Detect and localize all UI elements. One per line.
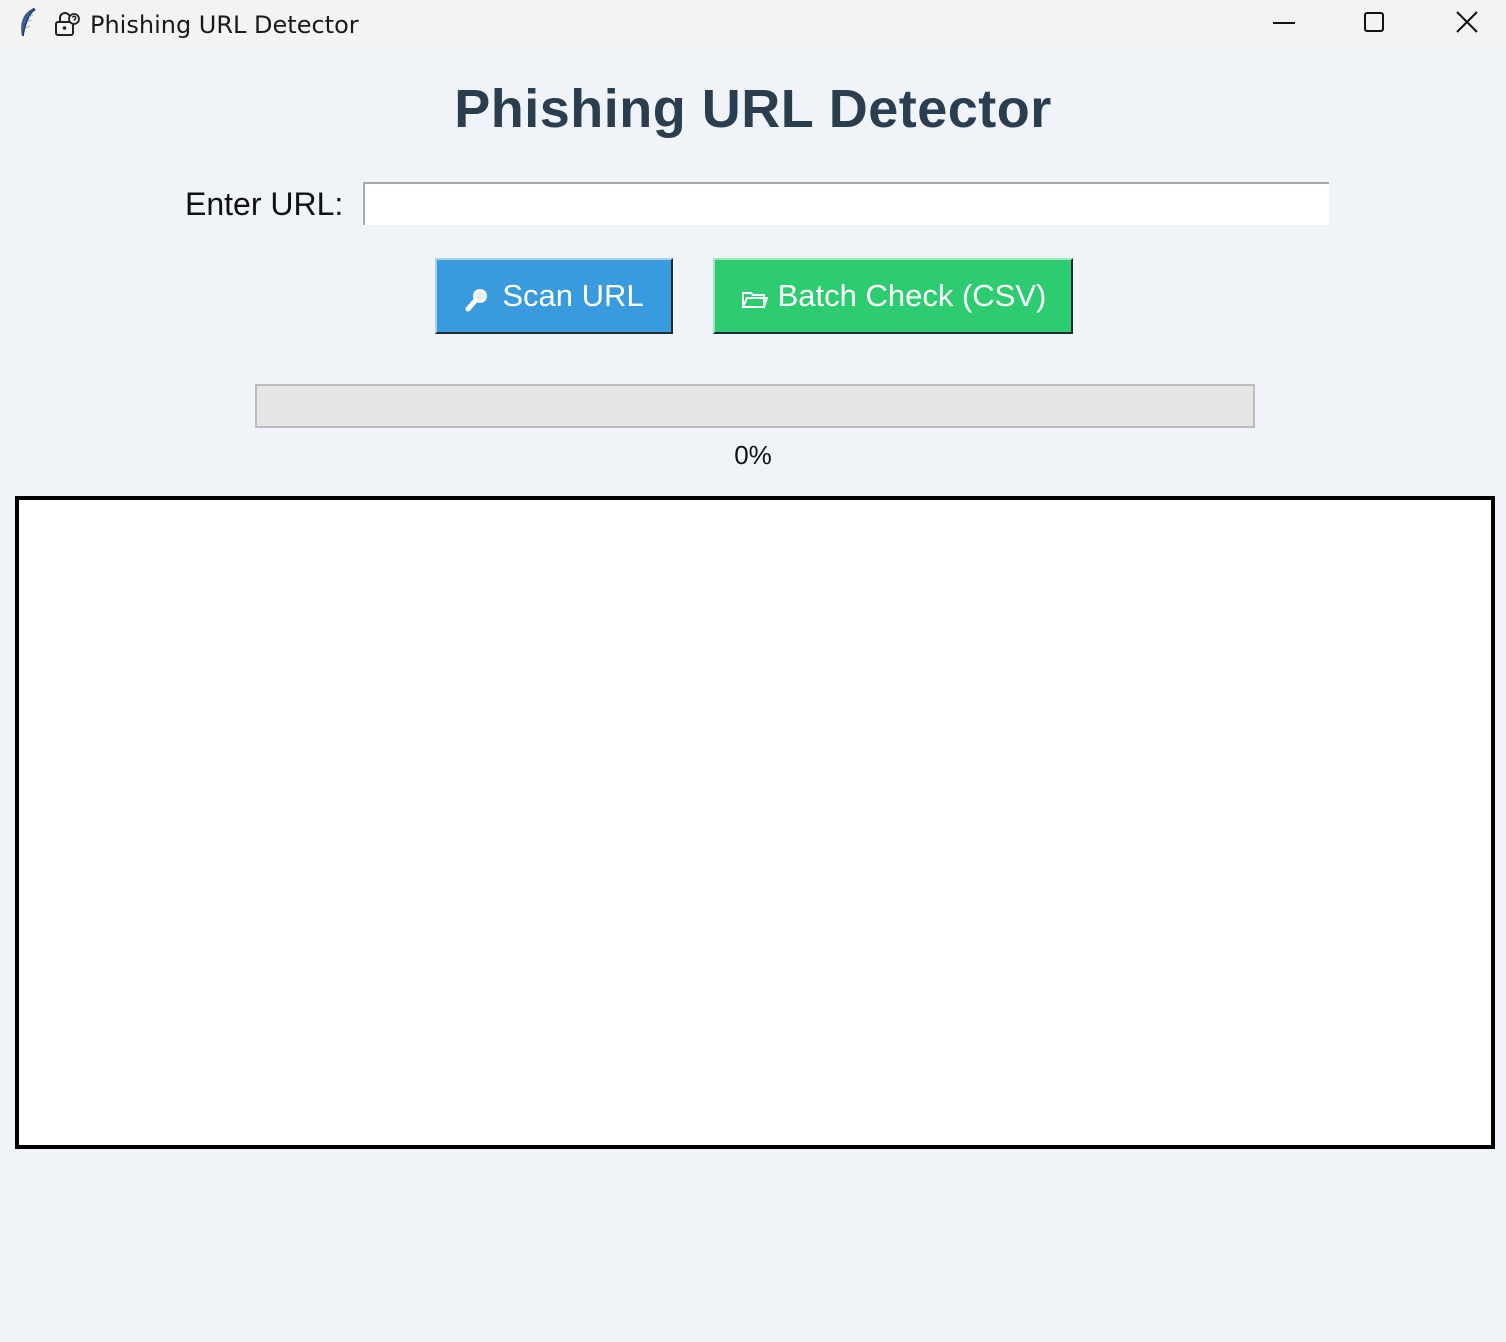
url-input[interactable] bbox=[363, 182, 1329, 225]
scan-url-label: Scan URL bbox=[502, 278, 644, 313]
minimize-icon bbox=[1273, 22, 1295, 24]
close-button[interactable] bbox=[1421, 0, 1506, 46]
maximize-button[interactable] bbox=[1329, 0, 1421, 46]
close-icon bbox=[1456, 11, 1478, 33]
lock-icon bbox=[55, 12, 80, 36]
window-title: Phishing URL Detector bbox=[90, 11, 359, 39]
batch-check-label: Batch Check (CSV) bbox=[777, 278, 1047, 313]
progress-bar bbox=[255, 384, 1255, 428]
feather-icon bbox=[21, 7, 36, 37]
folder-icon bbox=[741, 292, 768, 308]
title-bar[interactable]: Phishing URL Detector bbox=[0, 0, 1506, 50]
magnifier-icon bbox=[465, 289, 488, 312]
page-title: Phishing URL Detector bbox=[454, 79, 1052, 139]
scan-url-button[interactable]: Scan URL bbox=[435, 258, 673, 334]
batch-check-button[interactable]: Batch Check (CSV) bbox=[713, 258, 1073, 334]
results-panel[interactable] bbox=[15, 496, 1495, 1149]
progress-percent: 0% bbox=[734, 440, 772, 470]
minimize-button[interactable] bbox=[1238, 0, 1330, 46]
maximize-icon bbox=[1364, 12, 1384, 32]
url-label: Enter URL: bbox=[185, 186, 344, 222]
